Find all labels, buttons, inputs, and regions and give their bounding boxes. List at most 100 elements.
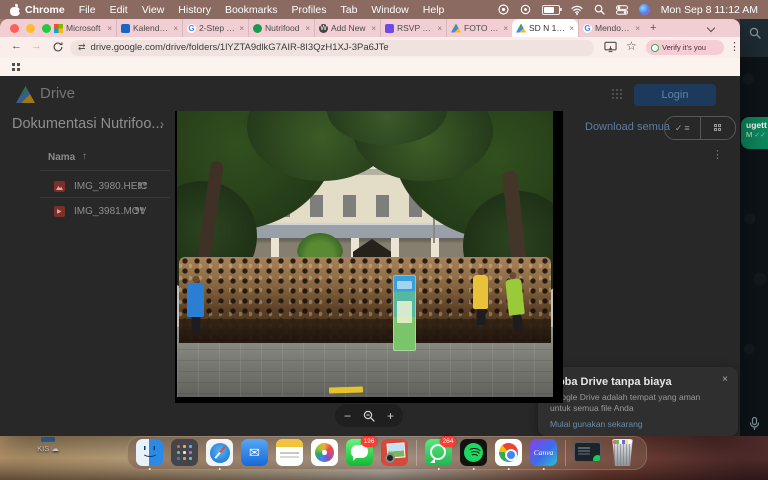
download-all-link[interactable]: Download semua xyxy=(585,121,670,133)
magnifier-icon[interactable] xyxy=(363,410,375,422)
menu-tab[interactable]: Tab xyxy=(340,4,357,16)
tab-close-icon[interactable]: × xyxy=(107,24,112,33)
whatsapp-message-bubble[interactable]: ugett M ✓✓ xyxy=(741,117,768,149)
column-header-name[interactable]: Nama xyxy=(48,152,75,163)
screen-record-icon[interactable] xyxy=(520,4,531,15)
dock-item-chrome[interactable] xyxy=(495,436,522,470)
apple-icon[interactable] xyxy=(10,4,21,16)
grid-view-button[interactable] xyxy=(701,117,736,139)
apps-shortcut-icon[interactable] xyxy=(12,63,20,71)
shared-people-icon xyxy=(135,207,146,215)
view-toggle: ✓ ≡ xyxy=(664,116,736,140)
more-options-icon[interactable]: ⋮ xyxy=(712,148,723,161)
zoom-in-button[interactable]: + xyxy=(387,409,394,423)
tab-close-icon[interactable]: × xyxy=(371,24,376,33)
toast-close-icon[interactable]: × xyxy=(722,374,728,385)
dock-item-notes[interactable] xyxy=(276,436,303,470)
dock-item-canva[interactable]: Canva xyxy=(530,436,557,470)
address-bar[interactable]: ⇄ drive.google.com/drive/folders/1lYZTA9… xyxy=(70,40,594,56)
list-view-button[interactable]: ✓ ≡ xyxy=(665,117,701,139)
dock-item-safari[interactable] xyxy=(206,436,233,470)
desktop-file-kis[interactable]: KIS ☁ xyxy=(30,437,66,453)
wifi-icon[interactable] xyxy=(571,5,583,15)
browser-menu-icon[interactable]: ⋮ xyxy=(729,40,740,53)
tab-close-icon[interactable]: × xyxy=(305,24,310,33)
dock-item-whatsapp[interactable]: 264 xyxy=(425,436,452,470)
new-tab-button[interactable]: + xyxy=(650,22,656,34)
send-to-device-icon[interactable] xyxy=(604,41,617,53)
siri-icon[interactable] xyxy=(639,4,650,15)
menu-edit[interactable]: Edit xyxy=(110,4,128,16)
whatsapp-search-icon[interactable] xyxy=(749,27,761,39)
bookmark-star-icon[interactable]: ☆ xyxy=(626,39,637,53)
tab-2step[interactable]: G 2-Step Ve... × xyxy=(182,19,248,37)
menu-file[interactable]: File xyxy=(79,4,96,16)
tab-kalender[interactable]: Kalender - × xyxy=(116,19,182,37)
battery-icon[interactable] xyxy=(542,5,560,15)
dock-item-minimized-window[interactable] xyxy=(574,436,601,470)
reload-button[interactable] xyxy=(52,41,64,53)
tab-close-icon[interactable]: × xyxy=(503,24,508,33)
menu-window[interactable]: Window xyxy=(371,4,408,16)
tab-foto[interactable]: FOTO - G... × xyxy=(446,19,512,37)
tab-sdn1-active[interactable]: SD N 1 PE... × xyxy=(512,19,578,37)
spotlight-icon[interactable] xyxy=(594,4,605,15)
sort-ascending-icon[interactable]: ↑ xyxy=(82,151,87,162)
dock: ✉ 196 264 Canva xyxy=(127,436,647,470)
tab-label: Nutrifood xyxy=(265,23,302,33)
tab-search-chevron-icon[interactable] xyxy=(708,25,715,32)
menu-history[interactable]: History xyxy=(178,4,211,16)
toast-body: Google Drive adalah tempat yang aman unt… xyxy=(550,392,710,415)
microsoft-favicon xyxy=(54,24,63,33)
tab-close-icon[interactable]: × xyxy=(635,24,640,33)
tab-microsoft[interactable]: Microsoft × xyxy=(50,19,116,37)
dock-item-mail[interactable]: ✉ xyxy=(241,436,268,470)
dock-item-trash[interactable] xyxy=(609,436,636,470)
dock-item-messages[interactable]: 196 xyxy=(346,436,373,470)
menu-app-name[interactable]: Chrome xyxy=(25,4,65,16)
nutrifood-favicon xyxy=(253,24,262,33)
tab-close-icon[interactable]: × xyxy=(239,24,244,33)
menu-help[interactable]: Help xyxy=(423,4,445,16)
tab-close-icon[interactable]: × xyxy=(173,24,178,33)
divider xyxy=(40,197,170,198)
dock-item-spotify[interactable] xyxy=(460,436,487,470)
whatsapp-mic-icon[interactable] xyxy=(749,417,760,430)
forward-button[interactable]: → xyxy=(31,40,42,52)
login-button[interactable]: Login xyxy=(634,84,716,106)
menu-bookmarks[interactable]: Bookmarks xyxy=(225,4,278,16)
menubar-clock[interactable]: Mon Sep 8 11:12 AM xyxy=(661,4,758,16)
running-indicator xyxy=(148,468,151,471)
dock-item-finder[interactable] xyxy=(136,436,163,470)
menu-profiles[interactable]: Profiles xyxy=(291,4,326,16)
verify-its-you-button[interactable]: Verify it's you xyxy=(646,40,724,55)
photos-icon xyxy=(311,439,338,466)
photo-preview[interactable] xyxy=(175,111,563,403)
menu-view[interactable]: View xyxy=(142,4,165,16)
dock-item-photo-booth[interactable] xyxy=(381,436,408,470)
preview-zoom-controls: − + xyxy=(335,404,403,427)
toast-link[interactable]: Mulai gunakan sekarang xyxy=(550,419,726,429)
toast-title: Coba Drive tanpa biaya xyxy=(550,376,726,388)
tab-close-icon[interactable]: × xyxy=(437,24,442,33)
tab-nutrifood[interactable]: Nutrifood × xyxy=(248,19,314,37)
close-window-button[interactable] xyxy=(10,24,19,33)
tab-close-icon[interactable]: × xyxy=(569,24,574,33)
tab-addnew[interactable]: W Add New × xyxy=(314,19,380,37)
folder-chevron-icon[interactable]: › xyxy=(160,117,164,131)
divider xyxy=(40,170,170,171)
dock-item-launchpad[interactable] xyxy=(171,436,198,470)
zoom-out-button[interactable]: − xyxy=(344,409,351,423)
site-info-icon[interactable]: ⇄ xyxy=(78,42,86,53)
minimize-window-button[interactable] xyxy=(26,24,35,33)
drive-promo-toast: Coba Drive tanpa biaya Google Drive adal… xyxy=(538,367,738,436)
tab-label: SD N 1 PE... xyxy=(529,23,566,33)
status-app-icon[interactable] xyxy=(498,4,509,15)
tab-rsvp[interactable]: RSVP Med... × xyxy=(380,19,446,37)
back-button[interactable]: ← xyxy=(11,40,22,52)
control-center-icon[interactable] xyxy=(616,5,628,15)
tab-mendownload[interactable]: G Mendown... × xyxy=(578,19,644,37)
google-apps-grid-icon[interactable] xyxy=(612,89,623,100)
drive-logo-icon[interactable] xyxy=(16,86,35,103)
dock-item-photos[interactable] xyxy=(311,436,338,470)
